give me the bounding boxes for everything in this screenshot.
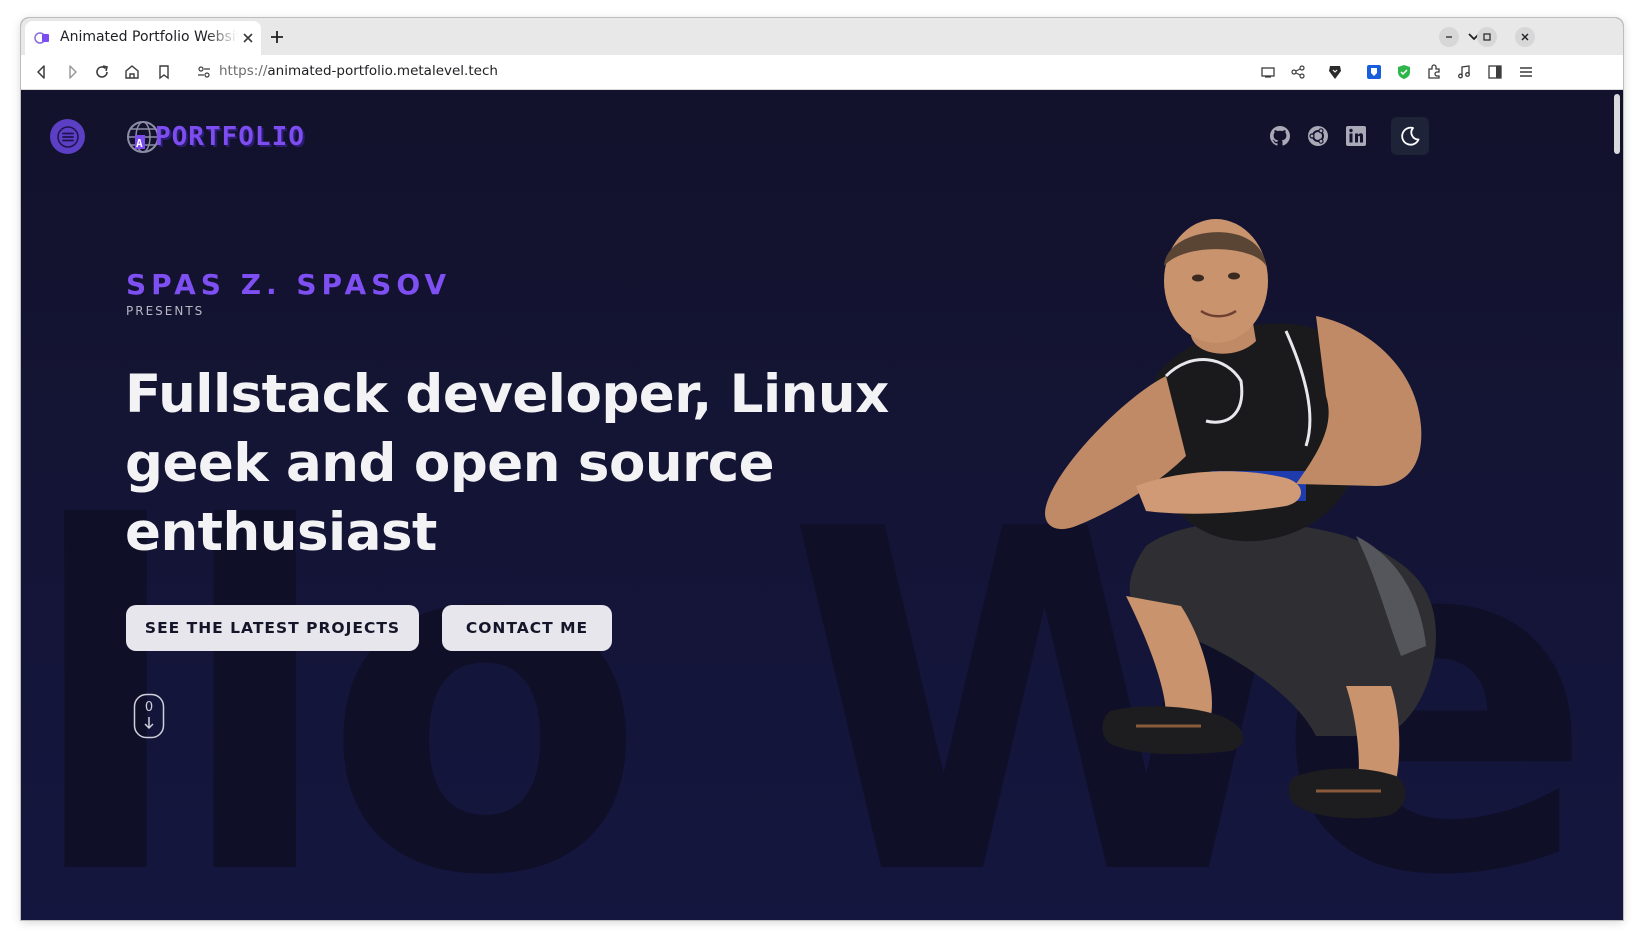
url-scheme: https:// bbox=[219, 63, 268, 79]
browser-toolbar: https://animated-portfolio.metalevel.tec… bbox=[21, 55, 1623, 90]
tab-title: Animated Portfolio Website bbox=[60, 29, 238, 45]
brave-lion-icon bbox=[1329, 66, 1341, 79]
moon-icon bbox=[1401, 126, 1420, 146]
brave-shields-button[interactable] bbox=[1326, 63, 1344, 81]
developer-portrait bbox=[1045, 219, 1436, 819]
github-link[interactable] bbox=[1268, 124, 1292, 148]
site-logo[interactable]: A PORTFOLIO bbox=[125, 118, 305, 156]
forward-button[interactable] bbox=[63, 63, 81, 81]
close-window-button[interactable] bbox=[1515, 27, 1535, 47]
minimize-button[interactable] bbox=[1439, 27, 1459, 47]
extension-bitwarden-button[interactable] bbox=[1365, 63, 1383, 81]
theme-toggle-button[interactable] bbox=[1391, 117, 1429, 155]
reload-button[interactable] bbox=[93, 63, 111, 81]
svg-text:A: A bbox=[136, 137, 143, 150]
github-icon bbox=[1270, 126, 1290, 146]
address-bar[interactable]: https://animated-portfolio.metalevel.tec… bbox=[219, 63, 498, 79]
music-note-icon bbox=[1458, 65, 1470, 79]
share-button[interactable] bbox=[1289, 63, 1307, 81]
see-projects-button[interactable]: SEE THE LATEST PROJECTS bbox=[126, 605, 419, 651]
ubuntu-icon bbox=[1308, 126, 1328, 146]
new-tab-icon[interactable] bbox=[267, 27, 287, 47]
back-icon bbox=[37, 65, 45, 79]
puzzle-icon bbox=[1428, 64, 1440, 79]
linkedin-link[interactable] bbox=[1344, 124, 1368, 148]
active-tab[interactable]: Animated Portfolio Website bbox=[25, 21, 261, 55]
close-tab-icon[interactable] bbox=[240, 30, 256, 46]
bookmark-icon bbox=[159, 65, 169, 80]
page-scrollbar[interactable] bbox=[1614, 94, 1620, 154]
close-icon bbox=[1521, 33, 1529, 41]
reload-icon bbox=[96, 65, 108, 78]
linkedin-icon bbox=[1346, 126, 1366, 146]
ubuntu-link[interactable] bbox=[1306, 124, 1330, 148]
share-icon bbox=[1291, 65, 1305, 79]
shield-check-icon bbox=[1398, 65, 1410, 79]
browser-window: Animated Portfolio Website https://anima… bbox=[21, 18, 1623, 920]
cast-button[interactable] bbox=[1259, 63, 1277, 81]
logo-text: PORTFOLIO bbox=[155, 122, 305, 152]
portfolio-page: llo We A PORTFOLIO SPAS Z. SPASOV PRESEN… bbox=[21, 90, 1623, 920]
extensions-button[interactable] bbox=[1425, 63, 1443, 81]
maximize-button[interactable] bbox=[1477, 27, 1497, 47]
presents-label: PRESENTS bbox=[126, 304, 205, 318]
bitwarden-icon bbox=[1367, 65, 1381, 79]
maximize-icon bbox=[1483, 33, 1491, 41]
site-settings-icon[interactable] bbox=[196, 64, 212, 80]
hamburger-icon bbox=[1520, 67, 1532, 77]
author-name: SPAS Z. SPASOV bbox=[126, 268, 452, 301]
contact-me-button[interactable]: CONTACT ME bbox=[442, 605, 612, 651]
scroll-down-mouse-icon[interactable]: 0 bbox=[133, 693, 165, 739]
home-button[interactable] bbox=[123, 63, 141, 81]
home-icon bbox=[125, 65, 139, 79]
nav-menu-button[interactable] bbox=[50, 119, 85, 154]
media-button[interactable] bbox=[1455, 63, 1473, 81]
cast-icon bbox=[1261, 67, 1275, 78]
portfolio-favicon-icon bbox=[34, 32, 49, 44]
url-host: animated-portfolio.metalevel.tech bbox=[267, 63, 498, 79]
minimize-icon bbox=[1446, 36, 1452, 38]
back-button[interactable] bbox=[33, 63, 51, 81]
main-menu-button[interactable] bbox=[1517, 63, 1535, 81]
scroll-indicator-digit: 0 bbox=[145, 700, 153, 715]
sidebar-icon bbox=[1488, 65, 1502, 79]
tab-strip: Animated Portfolio Website bbox=[21, 18, 1623, 55]
sidebar-toggle-button[interactable] bbox=[1486, 63, 1504, 81]
forward-icon bbox=[69, 65, 77, 79]
bookmark-button[interactable] bbox=[155, 63, 173, 81]
hero-headline: Fullstack developer, Linux geek and open… bbox=[125, 364, 889, 563]
menu-icon bbox=[56, 125, 79, 148]
extension-shield-button[interactable] bbox=[1395, 63, 1413, 81]
